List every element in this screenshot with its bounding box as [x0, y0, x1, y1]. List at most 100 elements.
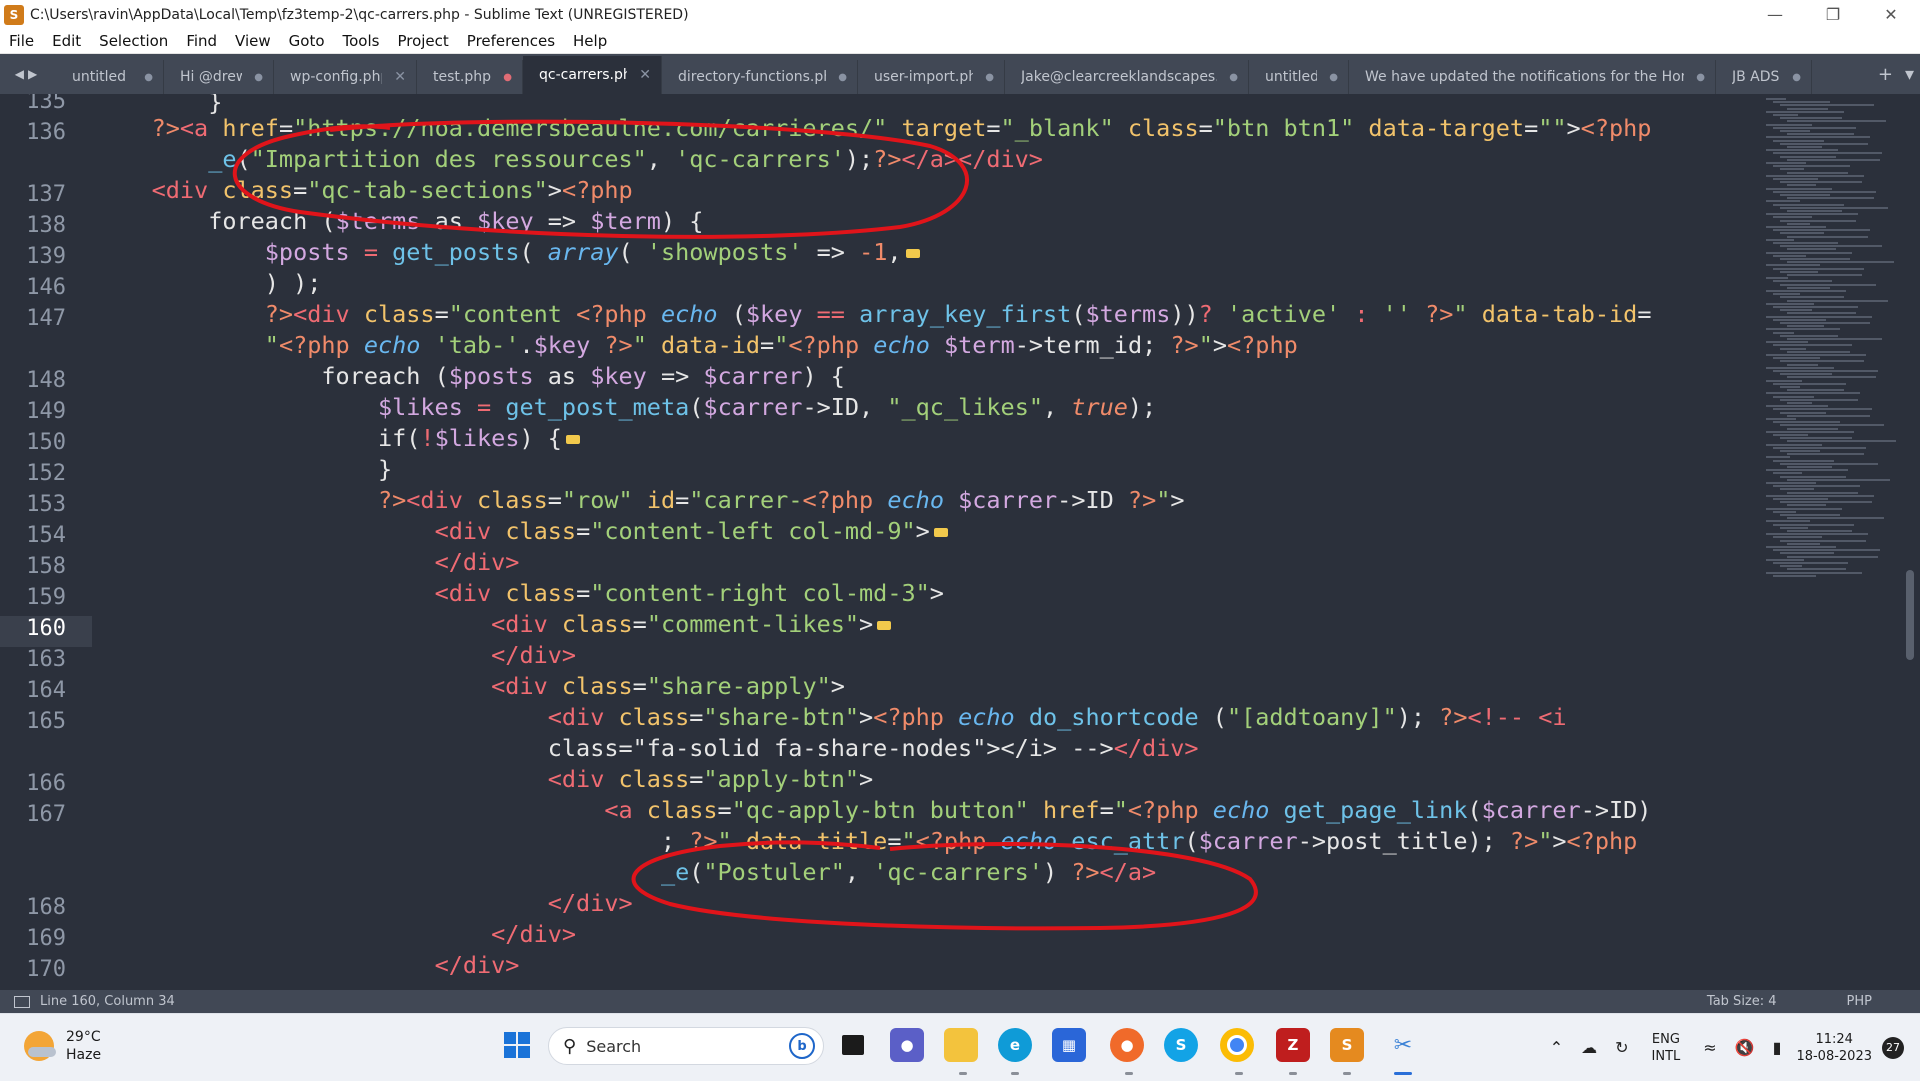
bing-icon[interactable]: b: [789, 1033, 815, 1059]
tab-file[interactable]: user-import.php ●: [858, 60, 1005, 94]
menu-preferences[interactable]: Preferences: [458, 32, 564, 50]
taskbar-search[interactable]: ⚲ Search b: [548, 1027, 824, 1065]
minimap-line: [1780, 104, 1874, 107]
clock-time: 11:24: [1815, 1031, 1853, 1047]
unsaved-dot-icon[interactable]: ●: [144, 72, 153, 83]
sync-icon[interactable]: ↻: [1615, 1038, 1628, 1057]
unsaved-dot-icon[interactable]: ●: [1696, 72, 1705, 83]
sublime-text-icon[interactable]: S: [1330, 1028, 1364, 1062]
tab-file[interactable]: directory-functions.php ●: [662, 60, 858, 94]
line-number: 139: [26, 244, 66, 269]
minimap-line: [1766, 379, 1802, 382]
minimize-icon[interactable]: —: [1746, 0, 1804, 29]
menu-selection[interactable]: Selection: [90, 32, 177, 50]
window-controls: — ❐ ✕: [1746, 0, 1920, 29]
tab-file[interactable]: untitled ●: [1249, 60, 1349, 94]
chevron-up-icon[interactable]: ⌃: [1550, 1038, 1563, 1057]
minimap-line: [1787, 530, 1852, 532]
new-tab-icon[interactable]: +: [1878, 64, 1893, 85]
battery-icon[interactable]: ▮: [1773, 1038, 1782, 1057]
tab-close-icon[interactable]: ✕: [394, 69, 406, 85]
editor-area[interactable]: 135 136 137 138 139 146 147 148 149 150 152 153 154 1…: [0, 94, 1920, 990]
code-view[interactable]: } ?><a href="https://noa.demersbeaulne.c…: [95, 94, 1745, 990]
tab-file[interactable]: test.php ●: [417, 60, 523, 94]
fold-marker-icon[interactable]: [905, 249, 920, 258]
syntax-indicator[interactable]: PHP: [1847, 994, 1872, 1009]
menu-project[interactable]: Project: [388, 32, 457, 50]
microsoft-store-icon[interactable]: ▦: [1052, 1028, 1086, 1062]
menu-tools[interactable]: Tools: [334, 32, 389, 50]
unsaved-dot-icon[interactable]: ●: [254, 72, 263, 83]
menu-file[interactable]: File: [0, 32, 43, 50]
chrome-icon[interactable]: [1220, 1028, 1254, 1062]
cursor-position[interactable]: Line 160, Column 34: [40, 994, 175, 1009]
tab-active-file[interactable]: qc-carrers.php ✕: [523, 56, 662, 94]
vertical-scrollbar[interactable]: [1906, 570, 1914, 660]
minimap-line: [1780, 552, 1834, 555]
sublime-app-icon[interactable]: S: [4, 4, 24, 25]
tab-file[interactable]: untitled ●: [56, 60, 164, 94]
language-indicator[interactable]: ENG INTL: [1652, 1031, 1681, 1065]
onedrive-icon[interactable]: ☁: [1581, 1038, 1597, 1057]
menu-help[interactable]: Help: [564, 32, 616, 50]
fold-marker-icon[interactable]: [877, 621, 892, 630]
minimap-line: [1787, 222, 1810, 225]
minimap-line: [1773, 446, 1866, 449]
restore-icon[interactable]: ❐: [1804, 0, 1862, 29]
line-number: 137: [26, 182, 66, 207]
unsaved-dot-icon[interactable]: ●: [503, 72, 512, 83]
chevron-down-icon[interactable]: ▾: [1905, 64, 1914, 85]
tab-label: Jake@clearcreeklandscapes.com - 22: [1021, 69, 1217, 85]
minimap-line: [1766, 98, 1786, 100]
edge-browser-icon[interactable]: e: [998, 1028, 1032, 1062]
skype-icon[interactable]: S: [1164, 1028, 1198, 1062]
close-icon[interactable]: ✕: [1862, 0, 1920, 29]
teams-chat-icon[interactable]: ●: [890, 1028, 924, 1062]
firefox-icon[interactable]: ●: [1110, 1028, 1144, 1062]
volume-muted-icon[interactable]: 🔇: [1735, 1038, 1755, 1057]
tab-file[interactable]: wp-config.php ✕: [274, 60, 417, 94]
menu-goto[interactable]: Goto: [280, 32, 334, 50]
tab-file[interactable]: Hi @drew ●: [164, 60, 274, 94]
line-number: 135: [26, 94, 66, 114]
minimap-line: [1787, 504, 1826, 507]
windows-start-icon[interactable]: [500, 1028, 534, 1062]
minimap-line: [1780, 437, 1852, 440]
minimap-line: [1780, 117, 1842, 120]
code-line: <div class="share-btn"><?php echo do_sho…: [547, 703, 1567, 731]
fold-marker-icon[interactable]: [933, 528, 948, 537]
tab-label: Hi @drew: [180, 69, 243, 85]
unsaved-dot-icon[interactable]: ●: [838, 72, 847, 83]
unsaved-dot-icon[interactable]: ●: [1229, 72, 1238, 83]
task-view-icon[interactable]: [836, 1028, 870, 1062]
unsaved-dot-icon[interactable]: ●: [1329, 72, 1338, 83]
panel-toggle-icon[interactable]: [14, 995, 30, 1008]
unsaved-dot-icon[interactable]: ●: [985, 72, 994, 83]
clock[interactable]: 11:24 18-08-2023: [1796, 1031, 1872, 1065]
minimap-line: [1766, 469, 1848, 472]
tab-file[interactable]: We have updated the notifications for th…: [1349, 60, 1716, 94]
tab-close-icon[interactable]: ✕: [639, 67, 651, 83]
fold-marker-icon[interactable]: [565, 435, 580, 444]
tab-file[interactable]: Jake@clearcreeklandscapes.com - 22 ●: [1005, 60, 1249, 94]
weather-widget[interactable]: 29°C Haze: [24, 1028, 101, 1064]
wifi-icon[interactable]: ≈: [1703, 1038, 1716, 1057]
minimap-line: [1766, 405, 1828, 408]
menu-find[interactable]: Find: [177, 32, 226, 50]
unsaved-dot-icon[interactable]: ●: [1792, 72, 1801, 83]
tab-file[interactable]: JB ADS & ●: [1716, 60, 1812, 94]
minimap-line: [1766, 302, 1814, 305]
menu-view[interactable]: View: [226, 32, 280, 50]
menu-edit[interactable]: Edit: [43, 32, 90, 50]
code-line: if(!$likes) {: [95, 424, 580, 452]
file-explorer-icon[interactable]: [944, 1028, 978, 1062]
minimap-line: [1780, 526, 1808, 529]
tab-nav-arrows[interactable]: ◀▶: [0, 54, 56, 94]
filezilla-icon[interactable]: Z: [1276, 1028, 1310, 1062]
tab-size-indicator[interactable]: Tab Size: 4: [1707, 994, 1777, 1009]
snipping-tool-icon[interactable]: ✂: [1386, 1028, 1420, 1062]
notification-badge[interactable]: 27: [1882, 1036, 1904, 1059]
minimap[interactable]: [1760, 94, 1910, 990]
minimap-line: [1787, 171, 1848, 174]
minimap-line: [1780, 168, 1804, 171]
